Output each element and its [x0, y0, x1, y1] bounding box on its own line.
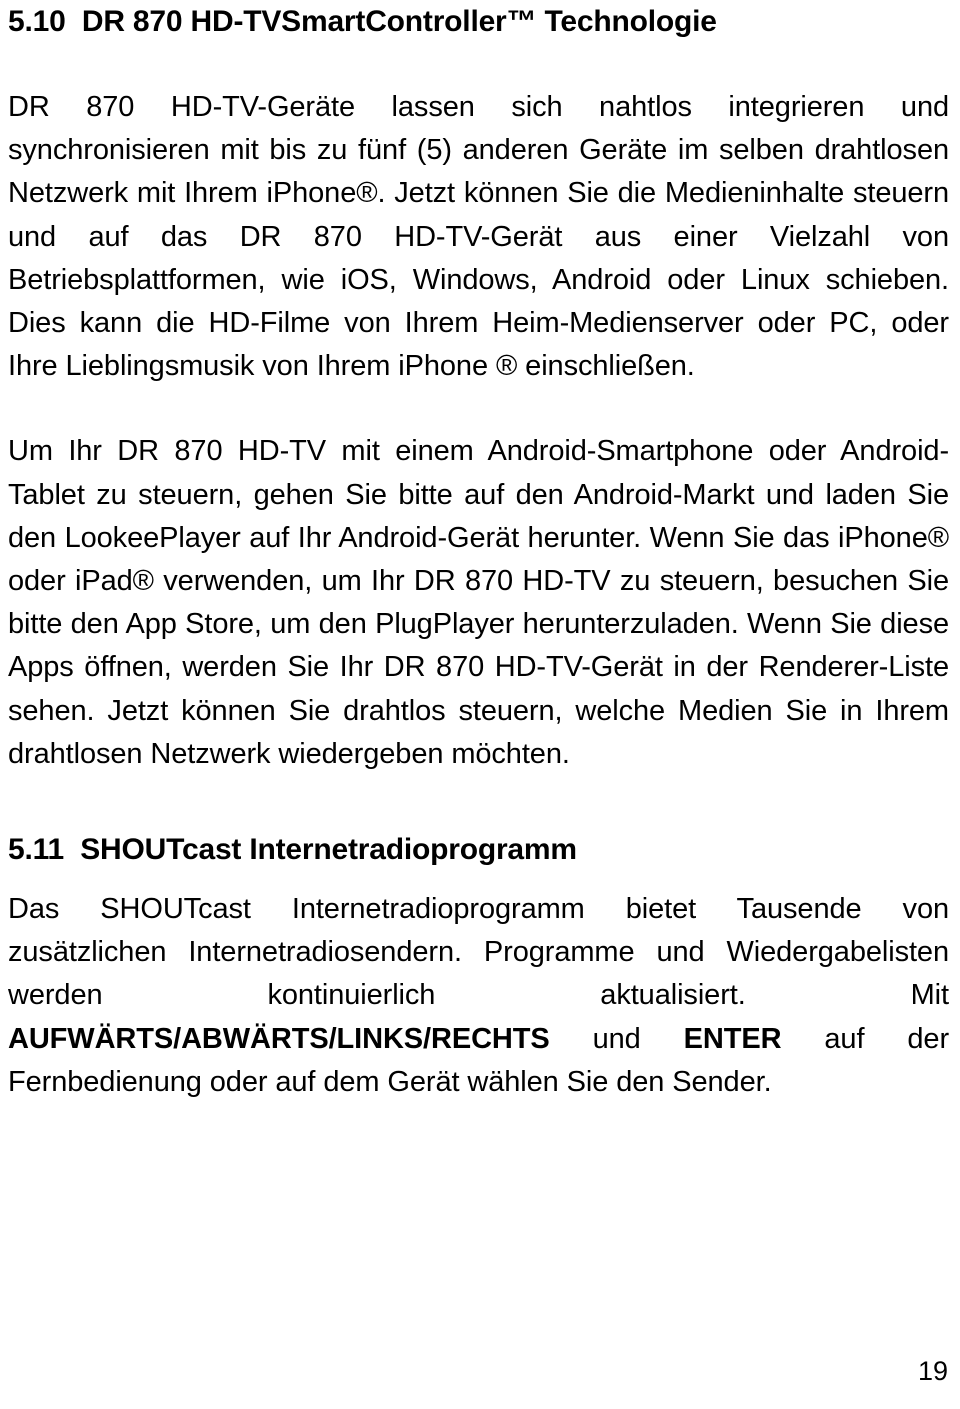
- paragraph-5-11-middle: und: [549, 1022, 684, 1055]
- paragraph-5-11-1: Das SHOUTcast Internetradioprogramm biet…: [8, 888, 949, 1104]
- page-content: 5.10 DR 870 HD-TVSmartController™ Techno…: [8, 0, 949, 1104]
- direction-keys-emphasis: AUFWÄRTS/ABWÄRTS/LINKS/RECHTS: [8, 1022, 550, 1055]
- spacer-before-heading-5-11: [8, 776, 949, 828]
- spacer-between-paragraphs-5-10: [8, 388, 949, 430]
- paragraph-5-10-2: Um Ihr DR 870 HD-TV mit einem Android-Sm…: [8, 435, 949, 770]
- paragraph-5-11-lead: Das SHOUTcast Internetradioprogramm biet…: [8, 893, 949, 1012]
- spacer-after-heading-5-10: [8, 44, 949, 86]
- section-heading-5-10: 5.10 DR 870 HD-TVSmartController™ Techno…: [8, 5, 717, 38]
- document-page: 5.10 DR 870 HD-TVSmartController™ Techno…: [0, 0, 960, 1409]
- enter-key-emphasis: ENTER: [683, 1022, 782, 1055]
- spacer-after-heading-5-11: [8, 872, 949, 888]
- page-number: 19: [917, 1356, 948, 1386]
- paragraph-5-10-1: DR 870 HD-TV-Geräte lassen sich nahtlos …: [8, 91, 949, 383]
- section-heading-5-11: 5.11 SHOUTcast Internetradioprogramm: [8, 833, 577, 867]
